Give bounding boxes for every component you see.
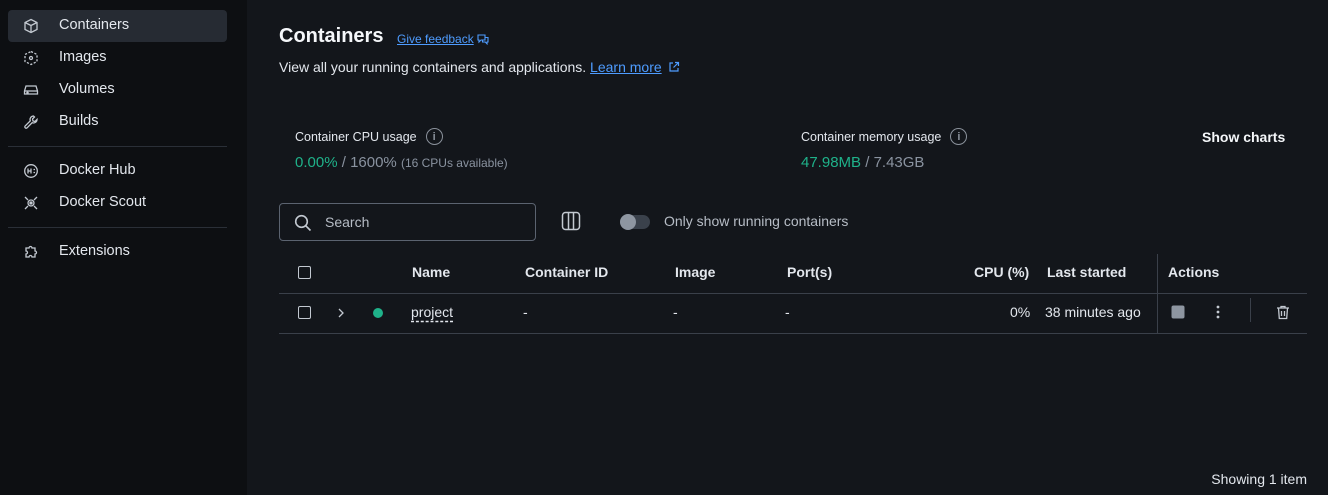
trash-icon[interactable] (1276, 305, 1290, 320)
volumes-icon (23, 85, 39, 95)
cpu-total: 1600% (350, 154, 397, 171)
external-link-icon[interactable] (668, 61, 680, 73)
more-options-icon[interactable] (1215, 304, 1221, 320)
images-icon (24, 50, 38, 66)
memory-usage-label-text: Container memory usage (801, 129, 942, 144)
sidebar-item-volumes[interactable]: Volumes (8, 74, 227, 106)
give-feedback-label: Give feedback (397, 32, 474, 46)
page-subtitle: View all your running containers and app… (279, 59, 680, 75)
sidebar-item-builds[interactable]: Builds (8, 106, 227, 138)
column-header-actions: Actions (1168, 264, 1220, 280)
running-status-dot (373, 308, 383, 318)
cpu-note: (16 CPUs available) (400, 156, 508, 170)
running-only-label: Only show running containers (664, 213, 849, 229)
select-all-checkbox[interactable] (298, 266, 311, 279)
main-content: Containers Give feedback View all your r… (247, 0, 1328, 495)
cpu-usage-value: 0.00% / 1600% (16 CPUs available) (295, 154, 508, 171)
action-divider (1250, 298, 1251, 322)
puzzle-icon (25, 245, 38, 258)
sidebar-item-label: Containers (59, 17, 130, 33)
toggle-knob (620, 214, 636, 230)
memory-usage-label: Container memory usage i (801, 128, 968, 145)
container-icon (24, 18, 38, 34)
wrench-icon (24, 115, 38, 129)
column-header-last-started[interactable]: Last started (1047, 264, 1126, 280)
sidebar-divider (8, 227, 227, 228)
chevron-right-icon[interactable] (336, 307, 346, 319)
sidebar-item-label: Volumes (59, 81, 115, 97)
column-header-image[interactable]: Image (675, 264, 715, 280)
container-id-cell: - (523, 304, 528, 320)
memory-total: 7.43GB (873, 154, 925, 171)
learn-more-label: Learn more (590, 59, 662, 75)
cpu-cell: 0% (1010, 304, 1031, 320)
cpu-usage-label-text: Container CPU usage (295, 129, 417, 144)
column-header-name[interactable]: Name (412, 264, 450, 280)
header-row-divider (279, 293, 1307, 294)
page-title: Containers (279, 25, 384, 47)
column-header-container-id[interactable]: Container ID (525, 264, 608, 280)
row-divider (279, 333, 1307, 334)
sidebar: Containers Images Volumes Builds Docker … (0, 0, 247, 495)
sidebar-item-label: Docker Scout (59, 194, 147, 210)
columns-icon[interactable] (561, 211, 581, 231)
cpu-used: 0.00% (295, 154, 338, 171)
scout-icon (24, 196, 38, 210)
sidebar-item-images[interactable]: Images (8, 42, 227, 74)
sidebar-item-docker-scout[interactable]: Docker Scout (8, 187, 227, 219)
sidebar-item-label: Builds (59, 113, 99, 129)
sidebar-item-docker-hub[interactable]: Docker Hub (8, 155, 227, 187)
cpu-usage-label: Container CPU usage i (295, 128, 443, 145)
row-checkbox[interactable] (298, 306, 311, 319)
sidebar-item-label: Extensions (59, 243, 130, 259)
memory-used: 47.98MB (801, 154, 862, 171)
sidebar-divider (8, 146, 227, 147)
search-icon (294, 214, 312, 232)
column-header-cpu[interactable]: CPU (%) (974, 264, 1029, 280)
sidebar-item-label: Docker Hub (59, 162, 136, 178)
memory-separator: / (861, 154, 874, 171)
actions-column-divider (1157, 254, 1158, 334)
search-input[interactable] (325, 213, 525, 231)
ports-cell: - (785, 304, 790, 320)
sidebar-item-extensions[interactable]: Extensions (8, 236, 227, 268)
show-charts-button[interactable]: Show charts (1202, 129, 1285, 145)
item-count: Showing 1 item (1211, 471, 1307, 487)
search-box (279, 203, 536, 241)
subtitle-text: View all your running containers and app… (279, 59, 587, 75)
give-feedback-link[interactable]: Give feedback (397, 32, 489, 46)
learn-more-link[interactable]: Learn more (590, 59, 662, 75)
column-header-ports[interactable]: Port(s) (787, 264, 832, 280)
info-icon[interactable]: i (950, 128, 968, 145)
container-name-link[interactable]: project (411, 304, 453, 320)
feedback-icon (477, 33, 489, 45)
info-icon[interactable]: i (425, 128, 443, 145)
hub-icon (24, 164, 38, 178)
last-started-cell: 38 minutes ago (1045, 304, 1141, 320)
memory-usage-value: 47.98MB / 7.43GB (801, 154, 924, 171)
cpu-separator: / (337, 154, 351, 171)
stop-icon[interactable] (1171, 305, 1185, 319)
image-cell: - (673, 304, 678, 320)
sidebar-item-label: Images (59, 49, 107, 65)
running-only-toggle[interactable] (620, 214, 650, 230)
sidebar-item-containers[interactable]: Containers (8, 10, 227, 42)
